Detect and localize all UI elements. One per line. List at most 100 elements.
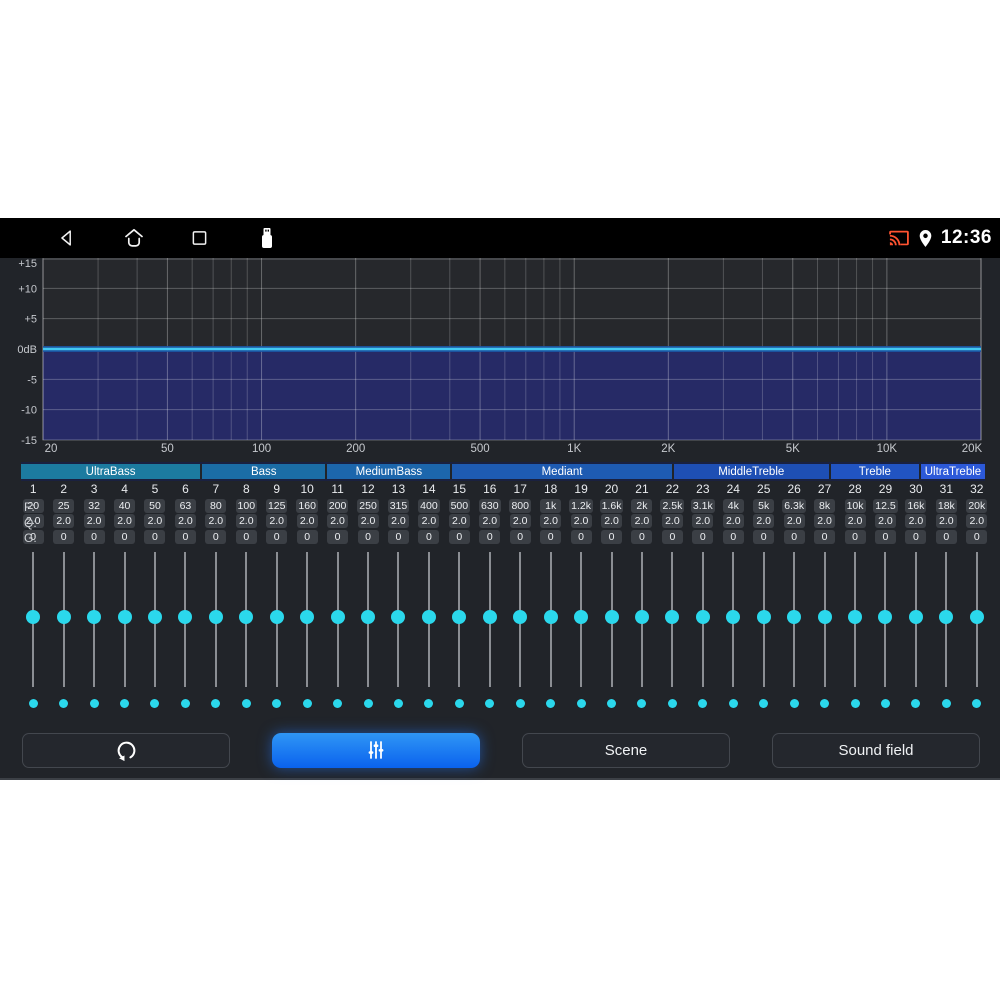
gain-slider[interactable] xyxy=(809,544,839,690)
slider-knob[interactable] xyxy=(969,609,984,624)
slider-knob[interactable] xyxy=(178,609,193,624)
gain-slider[interactable] xyxy=(657,544,687,690)
gain-slider[interactable] xyxy=(322,544,352,690)
band-segment-ultratreble[interactable]: UltraTreble xyxy=(920,464,985,479)
location-icon[interactable] xyxy=(917,228,934,249)
slider-knob[interactable] xyxy=(391,609,406,624)
gain-slider[interactable] xyxy=(170,544,200,690)
usb-status-button[interactable] xyxy=(258,226,276,250)
gain-slider[interactable] xyxy=(262,544,292,690)
band-segment-ultrabass[interactable]: UltraBass xyxy=(21,464,201,479)
slider-knob[interactable] xyxy=(147,609,162,624)
band-segment-mediant[interactable]: Mediant xyxy=(452,464,672,479)
gain-slider[interactable] xyxy=(596,544,626,690)
slider-knob[interactable] xyxy=(421,609,436,624)
slider-knob[interactable] xyxy=(756,609,771,624)
gain-slider[interactable] xyxy=(140,544,170,690)
gain-slider[interactable] xyxy=(749,544,779,690)
slider-knob[interactable] xyxy=(574,609,589,624)
gain-slider[interactable] xyxy=(870,544,900,690)
slider-knob[interactable] xyxy=(848,609,863,624)
back-nav-button[interactable] xyxy=(56,227,78,249)
slider-knob[interactable] xyxy=(513,609,528,624)
channel-dot[interactable] xyxy=(59,698,69,708)
reset-button[interactable] xyxy=(22,732,230,768)
channel-dot[interactable] xyxy=(180,698,190,708)
band-segment-mediumbass[interactable]: MediumBass xyxy=(327,464,451,479)
gain-slider[interactable] xyxy=(79,544,109,690)
gain-slider[interactable] xyxy=(109,544,139,690)
channel-dot[interactable] xyxy=(972,698,982,708)
gain-slider[interactable] xyxy=(201,544,231,690)
channel-dot[interactable] xyxy=(698,698,708,708)
channel-dot[interactable] xyxy=(546,698,556,708)
channel-dot[interactable] xyxy=(302,698,312,708)
equalizer-tab-button[interactable] xyxy=(272,732,480,768)
slider-knob[interactable] xyxy=(604,609,619,624)
channel-dot[interactable] xyxy=(150,698,160,708)
channel-dot[interactable] xyxy=(880,698,890,708)
slider-knob[interactable] xyxy=(787,609,802,624)
channel-dot[interactable] xyxy=(759,698,769,708)
channel-dot[interactable] xyxy=(850,698,860,708)
slider-knob[interactable] xyxy=(330,609,345,624)
slider-knob[interactable] xyxy=(56,609,71,624)
channel-dot[interactable] xyxy=(485,698,495,708)
gain-slider[interactable] xyxy=(475,544,505,690)
gain-slider[interactable] xyxy=(383,544,413,690)
gain-slider[interactable] xyxy=(840,544,870,690)
gain-slider[interactable] xyxy=(718,544,748,690)
channel-dot[interactable] xyxy=(820,698,830,708)
gain-slider[interactable] xyxy=(414,544,444,690)
gain-slider[interactable] xyxy=(931,544,961,690)
gain-slider[interactable] xyxy=(231,544,261,690)
gain-slider[interactable] xyxy=(779,544,809,690)
gain-slider[interactable] xyxy=(627,544,657,690)
slider-knob[interactable] xyxy=(665,609,680,624)
slider-knob[interactable] xyxy=(208,609,223,624)
slider-knob[interactable] xyxy=(117,609,132,624)
band-segment-middletreble[interactable]: MiddleTreble xyxy=(673,464,829,479)
channel-dot[interactable] xyxy=(211,698,221,708)
channel-dot[interactable] xyxy=(515,698,525,708)
channel-dot[interactable] xyxy=(454,698,464,708)
channel-dot[interactable] xyxy=(576,698,586,708)
gain-slider[interactable] xyxy=(901,544,931,690)
cast-icon[interactable] xyxy=(888,228,910,248)
channel-dot[interactable] xyxy=(28,698,38,708)
slider-knob[interactable] xyxy=(239,609,254,624)
channel-dot[interactable] xyxy=(393,698,403,708)
channel-dot[interactable] xyxy=(424,698,434,708)
gain-slider[interactable] xyxy=(535,544,565,690)
gain-slider[interactable] xyxy=(18,544,48,690)
gain-slider[interactable] xyxy=(292,544,322,690)
channel-dot[interactable] xyxy=(363,698,373,708)
slider-knob[interactable] xyxy=(452,609,467,624)
channel-dot[interactable] xyxy=(333,698,343,708)
slider-knob[interactable] xyxy=(634,609,649,624)
channel-dot[interactable] xyxy=(241,698,251,708)
slider-knob[interactable] xyxy=(543,609,558,624)
slider-knob[interactable] xyxy=(939,609,954,624)
slider-knob[interactable] xyxy=(817,609,832,624)
channel-dot[interactable] xyxy=(941,698,951,708)
channel-dot[interactable] xyxy=(607,698,617,708)
slider-knob[interactable] xyxy=(482,609,497,624)
slider-knob[interactable] xyxy=(26,609,41,624)
slider-knob[interactable] xyxy=(878,609,893,624)
channel-dot[interactable] xyxy=(667,698,677,708)
home-nav-button[interactable] xyxy=(122,226,146,250)
channel-dot[interactable] xyxy=(637,698,647,708)
gain-slider[interactable] xyxy=(444,544,474,690)
slider-knob[interactable] xyxy=(361,609,376,624)
band-segment-bass[interactable]: Bass xyxy=(202,464,326,479)
channel-dot[interactable] xyxy=(89,698,99,708)
channel-dot[interactable] xyxy=(911,698,921,708)
gain-slider[interactable] xyxy=(962,544,992,690)
sound-field-button[interactable]: Sound field xyxy=(772,732,980,768)
gain-slider[interactable] xyxy=(688,544,718,690)
gain-slider[interactable] xyxy=(353,544,383,690)
channel-dot[interactable] xyxy=(728,698,738,708)
scene-button[interactable]: Scene xyxy=(522,732,730,768)
slider-knob[interactable] xyxy=(269,609,284,624)
